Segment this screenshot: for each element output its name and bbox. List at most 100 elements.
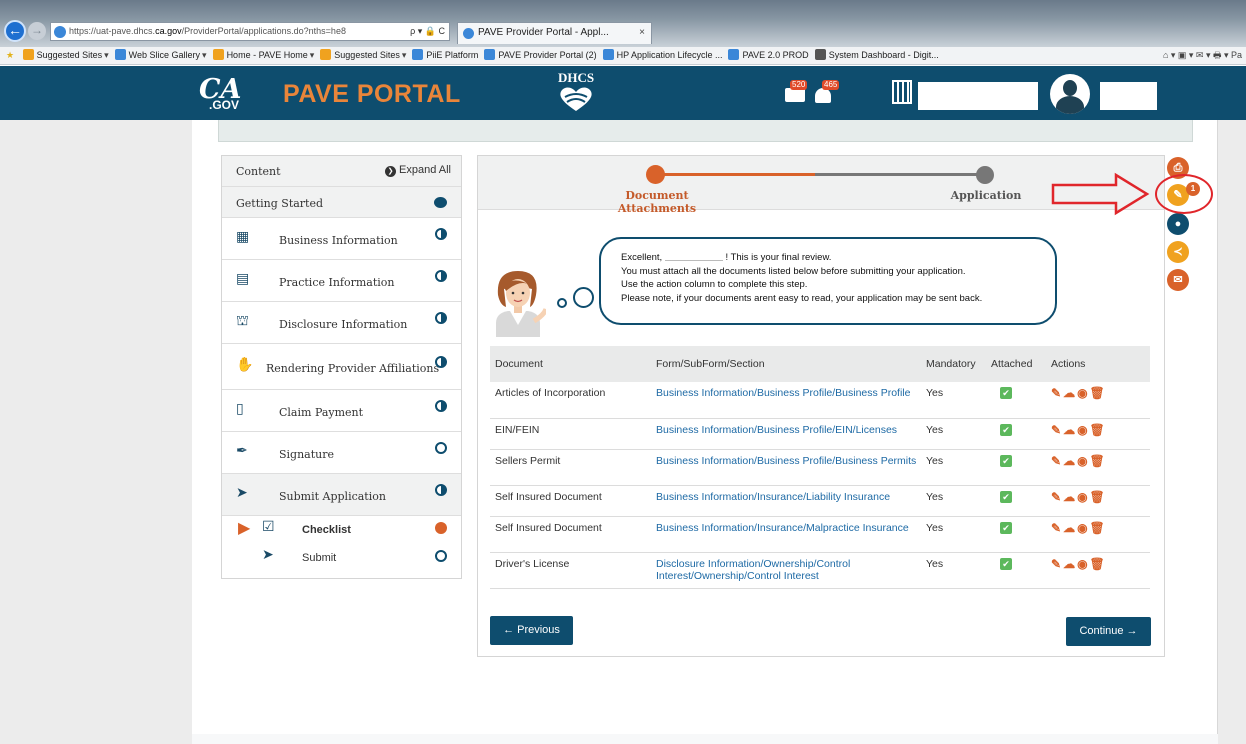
favorite-link[interactable]: Suggested Sites ▾ — [22, 47, 109, 64]
edit-icon[interactable]: ✎ — [1051, 557, 1061, 571]
section-link[interactable]: Disclosure Information/Ownership/Control… — [651, 552, 921, 589]
chevron-down-icon[interactable]: ▾ — [104, 50, 109, 60]
edit-icon[interactable]: ✎ — [1051, 387, 1061, 400]
ie-icon — [463, 28, 474, 39]
avatar[interactable] — [1050, 74, 1090, 114]
step-label-application[interactable]: Application — [946, 189, 1026, 202]
edit-icon[interactable]: ✎ — [1051, 490, 1061, 504]
step-dot-document-attachments[interactable] — [646, 165, 665, 184]
favorite-label: PiiE Platform — [426, 50, 479, 60]
favorite-icon — [320, 49, 332, 60]
continue-button[interactable]: Continue → — [1066, 617, 1151, 646]
close-tab-icon[interactable]: × — [639, 23, 645, 43]
attached-check-icon: ✔ — [1000, 423, 1012, 436]
back-button[interactable]: ← — [4, 20, 26, 42]
browser-toolbar-icons[interactable]: ⌂ ▾ ▣ ▾ ✉ ▾ 🖶 ▾ Pa — [1158, 47, 1246, 64]
step-label-document-attachments[interactable]: Document Attachments — [592, 189, 722, 215]
favorite-link[interactable]: HP Application Lifecycle ... — [602, 47, 722, 64]
sidebar-item-business-information[interactable]: ▦ Business Information — [222, 218, 461, 260]
attached-cell: ✔ — [986, 449, 1046, 486]
edit-icon[interactable]: ✎ — [1051, 521, 1061, 535]
upload-icon[interactable]: ☁ — [1063, 423, 1075, 437]
view-icon[interactable]: ◉ — [1077, 423, 1087, 437]
building-icon: ▦ — [236, 229, 250, 245]
section-link[interactable]: Business Information/Insurance/Malpracti… — [651, 516, 921, 553]
favorite-link[interactable]: Suggested Sites ▾ — [320, 47, 406, 64]
organization-selector[interactable] — [918, 82, 1038, 110]
favorite-link[interactable]: PiiE Platform — [412, 47, 478, 64]
sidebar-item-rendering-provider-affiliations[interactable]: ✋ Rendering Provider Affiliations — [222, 344, 461, 390]
previous-button[interactable]: ← Previous — [490, 616, 573, 645]
section-link[interactable]: Business Information/Insurance/Liability… — [651, 485, 921, 517]
sidebar-item-claim-payment[interactable]: ▯ Claim Payment — [222, 390, 461, 432]
user-menu[interactable] — [1100, 82, 1157, 110]
sidebar-item-label: Claim Payment — [279, 406, 364, 419]
delete-icon[interactable]: 🗑 — [1090, 423, 1105, 437]
favorite-link[interactable]: Web Slice Gallery ▾ — [114, 47, 207, 64]
favorite-link[interactable]: PAVE 2.0 PROD — [728, 47, 809, 64]
chevron-down-icon[interactable]: ▾ — [402, 50, 407, 60]
organization-icon[interactable] — [892, 80, 912, 104]
delete-icon[interactable]: 🗑 — [1090, 490, 1105, 504]
delete-icon[interactable]: 🗑 — [1090, 387, 1105, 400]
mandatory-value: Yes — [921, 552, 986, 589]
view-icon[interactable]: ◉ — [1077, 490, 1087, 504]
sidebar-item-submit-application[interactable]: ➤ Submit Application — [222, 474, 461, 516]
sidebar-item-signature[interactable]: ✒ Signature — [222, 432, 461, 474]
bell-icon[interactable] — [815, 88, 831, 103]
sidebar-subitem-checklist[interactable]: ▶ ☑ Checklist — [222, 516, 461, 544]
favorite-link[interactable]: System Dashboard - Digit... — [814, 47, 939, 64]
sidebar-item-getting-started[interactable]: Getting Started — [222, 187, 461, 218]
view-icon[interactable]: ◉ — [1077, 521, 1087, 535]
section-link[interactable]: Business Information/Business Profile/Bu… — [651, 449, 921, 486]
delete-icon[interactable]: 🗑 — [1090, 557, 1105, 571]
address-bar[interactable]: https://uat-pave.dhcs.ca.gov/ProviderPor… — [50, 22, 450, 41]
edit-icon[interactable]: ✎ — [1051, 423, 1061, 437]
step-dot-application[interactable] — [976, 166, 994, 184]
upload-icon[interactable]: ☁ — [1063, 387, 1075, 400]
delete-icon[interactable]: 🗑 — [1090, 521, 1105, 535]
mandatory-value: Yes — [921, 516, 986, 553]
section-link[interactable]: Business Information/Business Profile/Bu… — [651, 382, 921, 419]
favorite-icon — [22, 49, 34, 60]
sidebar-item-practice-information[interactable]: ▤ Practice Information — [222, 260, 461, 302]
favorite-link[interactable]: Home - PAVE Home ▾ — [212, 47, 315, 64]
attached-check-icon: ✔ — [1000, 490, 1012, 503]
forward-button[interactable]: → — [28, 22, 46, 40]
chevron-down-icon[interactable]: ▾ — [310, 50, 315, 60]
favorite-label: Home - PAVE Home — [226, 50, 308, 60]
attached-cell: ✔ — [986, 418, 1046, 450]
view-icon[interactable]: ◉ — [1077, 557, 1087, 571]
favorites-star-icon[interactable]: ★ — [6, 47, 14, 64]
chat-icon[interactable]: ● — [1167, 213, 1189, 235]
upload-icon[interactable]: ☁ — [1063, 490, 1075, 504]
app-header: CA .GOV PAVE PORTAL DHCS 520 465 — [0, 66, 1246, 120]
section-link[interactable]: Business Information/Business Profile/EI… — [651, 418, 921, 450]
delete-icon[interactable]: 🗑 — [1090, 454, 1105, 468]
browser-tab[interactable]: PAVE Provider Portal - Appl... × — [457, 22, 652, 44]
favorite-link[interactable]: PAVE Provider Portal (2) — [484, 47, 597, 64]
attached-cell: ✔ — [986, 485, 1046, 517]
expand-all-button[interactable]: Expand All — [385, 164, 451, 177]
view-icon[interactable]: ◉ — [1077, 454, 1087, 468]
share-icon[interactable]: ≺ — [1167, 241, 1189, 263]
upload-icon[interactable]: ☁ — [1063, 454, 1075, 468]
sidebar-item-disclosure-information[interactable]: ⛫ Disclosure Information — [222, 302, 461, 344]
sidebar-subitem-submit[interactable]: ➤ Submit — [222, 544, 461, 572]
view-icon[interactable]: ◉ — [1077, 387, 1087, 400]
mail-icon[interactable] — [785, 88, 805, 102]
edit-icon[interactable]: ✎ — [1051, 454, 1061, 468]
chevron-down-icon[interactable]: ▾ — [202, 50, 207, 60]
favorite-icon — [602, 49, 614, 60]
address-controls[interactable]: ρ ▾ 🔒 C — [407, 23, 445, 40]
send-icon: ➤ — [236, 485, 248, 501]
upload-icon[interactable]: ☁ — [1063, 521, 1075, 535]
ca-gov-logo[interactable]: CA .GOV — [199, 74, 241, 112]
instruction-line: Use the action column to complete this s… — [621, 279, 808, 290]
email-icon[interactable]: ✉ — [1167, 269, 1189, 291]
upload-icon[interactable]: ☁ — [1063, 557, 1075, 571]
actions-cell: ✎ ☁ ◉ 🗑 — [1046, 552, 1150, 589]
favorite-label: PAVE Provider Portal (2) — [498, 50, 597, 60]
table-row: Self Insured Document Business Informatio… — [490, 516, 1150, 553]
document-name: Articles of Incorporation — [490, 382, 651, 419]
